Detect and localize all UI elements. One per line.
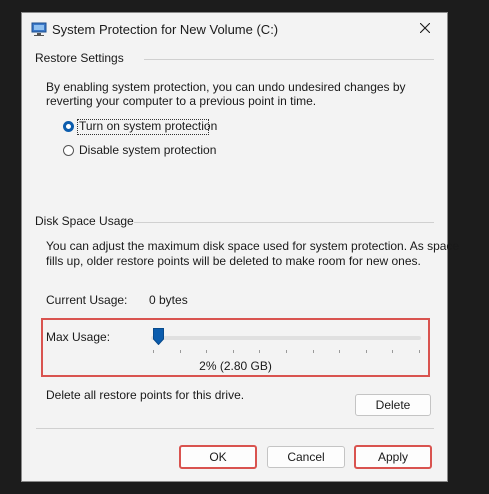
ok-button[interactable]: OK xyxy=(179,445,257,469)
max-usage-slider-track[interactable] xyxy=(151,336,421,340)
window-title: System Protection for New Volume (C:) xyxy=(52,22,279,37)
current-usage-label: Current Usage: xyxy=(46,293,128,307)
ok-button-label: OK xyxy=(209,450,227,464)
cancel-button-label: Cancel xyxy=(287,450,325,464)
current-usage-value: 0 bytes xyxy=(149,293,188,307)
max-usage-slider-thumb[interactable] xyxy=(153,328,165,346)
slider-tick xyxy=(286,350,287,353)
restore-description-line2: reverting your computer to a previous po… xyxy=(46,94,317,108)
system-properties-icon xyxy=(31,21,47,37)
delete-button[interactable]: Delete xyxy=(355,394,431,416)
slider-tick xyxy=(232,350,234,353)
slider-tick xyxy=(206,350,208,353)
disk-space-heading: Disk Space Usage xyxy=(35,214,134,228)
max-usage-label: Max Usage: xyxy=(46,330,111,344)
slider-tick xyxy=(312,350,314,353)
close-icon xyxy=(419,22,431,36)
disk-space-divider xyxy=(134,222,434,223)
max-usage-highlight: Max Usage: 2% (2.80 GB) xyxy=(41,318,430,377)
delete-button-label: Delete xyxy=(375,398,411,412)
apply-button-label: Apply xyxy=(377,450,409,464)
slider-tick xyxy=(365,350,367,353)
slider-tick xyxy=(419,350,420,353)
title-bar: System Protection for New Volume (C:) xyxy=(22,13,447,45)
slider-tick xyxy=(259,350,261,353)
max-usage-value: 2% (2.80 GB) xyxy=(199,359,272,373)
radio-label-turn-on[interactable]: Turn on system protection xyxy=(79,118,217,135)
apply-button[interactable]: Apply xyxy=(354,445,432,469)
slider-tick xyxy=(179,350,181,353)
restore-settings-divider xyxy=(144,59,434,60)
delete-description: Delete all restore points for this drive… xyxy=(46,388,245,402)
radio-button-unselected[interactable] xyxy=(63,145,74,156)
system-protection-dialog: System Protection for New Volume (C:) Re… xyxy=(21,12,459,482)
slider-tick xyxy=(392,350,394,353)
radio-label-disable[interactable]: Disable system protection xyxy=(79,142,216,159)
restore-settings-heading: Restore Settings xyxy=(35,51,124,65)
slider-tick xyxy=(339,350,341,353)
cancel-button[interactable]: Cancel xyxy=(267,446,345,468)
close-button[interactable] xyxy=(403,13,447,45)
footer-divider xyxy=(36,428,434,429)
slider-tick xyxy=(153,350,154,353)
disk-description-line2: fills up, older restore points will be d… xyxy=(46,254,421,268)
radio-button-selected[interactable] xyxy=(63,121,74,132)
